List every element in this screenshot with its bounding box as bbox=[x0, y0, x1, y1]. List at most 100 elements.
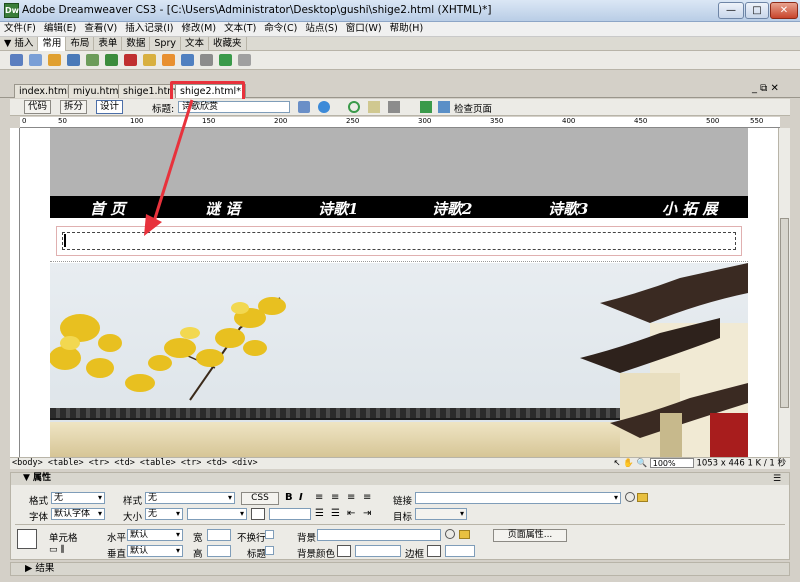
target-select[interactable] bbox=[415, 508, 467, 520]
vertical-scrollbar[interactable] bbox=[778, 128, 790, 457]
minimize-button[interactable]: — bbox=[718, 2, 744, 19]
size-unit-select[interactable] bbox=[187, 508, 247, 520]
insert-tab-forms[interactable]: 表单 bbox=[94, 37, 123, 51]
media-icon[interactable] bbox=[124, 54, 137, 66]
page-properties-button[interactable]: 页面属性... bbox=[493, 529, 567, 542]
nowrap-checkbox[interactable] bbox=[265, 530, 274, 539]
menu-commands[interactable]: 命令(C) bbox=[260, 22, 301, 36]
select-tool-icon[interactable]: ↖ bbox=[613, 459, 620, 469]
unordered-list-icon[interactable]: ☰ bbox=[315, 508, 324, 519]
bg-browse-folder-icon[interactable] bbox=[459, 530, 470, 539]
css-button[interactable]: CSS bbox=[241, 492, 279, 505]
view-options-icon[interactable] bbox=[368, 101, 380, 113]
head-icon[interactable] bbox=[200, 54, 213, 66]
named-anchor-icon[interactable] bbox=[48, 54, 61, 66]
validate-icon[interactable] bbox=[420, 101, 432, 113]
zoom-select[interactable]: 100% bbox=[649, 458, 694, 468]
insert-tab-layout[interactable]: 布局 bbox=[66, 37, 95, 51]
menu-view[interactable]: 查看(V) bbox=[80, 22, 121, 36]
visual-aids-icon[interactable] bbox=[388, 101, 400, 113]
restore-doc-icon[interactable]: _ ⧉ ✕ bbox=[752, 83, 779, 94]
merge-cells-icon[interactable]: ▭ ⫼ bbox=[49, 545, 65, 555]
menu-text[interactable]: 文本(T) bbox=[220, 22, 260, 36]
bgcolor-input[interactable] bbox=[355, 545, 401, 557]
email-link-icon[interactable] bbox=[29, 54, 42, 66]
height-input[interactable] bbox=[207, 545, 231, 557]
nav-item-riddles[interactable]: 谜 语 bbox=[205, 198, 240, 219]
horz-select[interactable]: 默认 bbox=[127, 529, 183, 541]
menu-file[interactable]: 文件(F) bbox=[0, 22, 40, 36]
image-icon[interactable] bbox=[105, 54, 118, 66]
justify-icon[interactable]: ≡ bbox=[363, 492, 371, 503]
insert-tab-text[interactable]: 文本 bbox=[181, 37, 209, 51]
comment-icon[interactable] bbox=[181, 54, 194, 66]
text-color-swatch[interactable] bbox=[251, 508, 265, 520]
nav-item-extension[interactable]: 小 拓 展 bbox=[662, 198, 717, 219]
nav-item-poem1[interactable]: 诗歌1 bbox=[318, 198, 358, 219]
panel-options-icon[interactable]: ☰ bbox=[773, 474, 781, 484]
menu-edit[interactable]: 编辑(E) bbox=[40, 22, 80, 36]
vert-select[interactable]: 默认 bbox=[127, 545, 183, 557]
italic-button[interactable]: I bbox=[299, 492, 303, 503]
refresh-icon[interactable] bbox=[348, 101, 360, 113]
indent-icon[interactable]: ⇥ bbox=[363, 508, 371, 519]
header-checkbox[interactable] bbox=[265, 546, 274, 555]
file-management-icon[interactable] bbox=[298, 101, 310, 113]
size-select[interactable]: 无 bbox=[145, 508, 183, 520]
nav-item-poem2[interactable]: 诗歌2 bbox=[432, 198, 472, 219]
layer-icon[interactable] bbox=[86, 54, 99, 66]
table-icon[interactable] bbox=[67, 54, 80, 66]
templates-icon[interactable] bbox=[238, 54, 251, 66]
window-size[interactable]: 1053 x 446 bbox=[696, 459, 744, 469]
date-icon[interactable] bbox=[143, 54, 156, 66]
nav-item-home[interactable]: 首 页 bbox=[90, 198, 125, 219]
zoom-tool-icon[interactable]: 🔍 bbox=[636, 459, 647, 469]
bold-button[interactable]: B bbox=[285, 492, 293, 503]
insert-tab-data[interactable]: 数据 bbox=[122, 37, 151, 51]
bgcolor-swatch[interactable] bbox=[337, 545, 351, 557]
browse-folder-icon[interactable] bbox=[637, 493, 648, 502]
bg-point-to-file-icon[interactable] bbox=[445, 529, 455, 539]
border-color-input[interactable] bbox=[445, 545, 475, 557]
point-to-file-icon[interactable] bbox=[625, 492, 635, 502]
preview-browser-icon[interactable] bbox=[318, 101, 330, 113]
style-select[interactable]: 无 bbox=[145, 492, 235, 504]
script-icon[interactable] bbox=[219, 54, 232, 66]
check-page-label[interactable]: 检查页面 bbox=[454, 101, 492, 115]
menu-insert[interactable]: 插入记录(I) bbox=[121, 22, 177, 36]
insert-tab-spry[interactable]: Spry bbox=[150, 37, 181, 51]
hyperlink-icon[interactable] bbox=[10, 54, 23, 66]
menu-site[interactable]: 站点(S) bbox=[301, 22, 341, 36]
bg-image-input[interactable] bbox=[317, 529, 441, 541]
check-page-icon[interactable] bbox=[438, 101, 450, 113]
font-select[interactable]: 默认字体 bbox=[51, 508, 105, 520]
nav-item-poem3[interactable]: 诗歌3 bbox=[548, 198, 588, 219]
menu-modify[interactable]: 修改(M) bbox=[177, 22, 220, 36]
width-input[interactable] bbox=[207, 529, 231, 541]
hand-tool-icon[interactable]: ✋ bbox=[623, 459, 634, 469]
ordered-list-icon[interactable]: ☰ bbox=[331, 508, 340, 519]
format-select[interactable]: 无 bbox=[51, 492, 105, 504]
align-left-icon[interactable]: ≡ bbox=[315, 492, 323, 503]
border-color-swatch[interactable] bbox=[427, 545, 441, 557]
link-input[interactable] bbox=[415, 492, 621, 504]
maximize-button[interactable]: □ bbox=[745, 2, 769, 19]
design-canvas[interactable]: 首 页 谜 语 诗歌1 诗歌2 诗歌3 小 拓 展 bbox=[20, 128, 778, 457]
menu-window[interactable]: 窗口(W) bbox=[342, 22, 386, 36]
insert-tab-common[interactable]: 常用 bbox=[38, 37, 67, 51]
split-view-button[interactable]: 拆分 bbox=[60, 100, 88, 114]
text-color-input[interactable] bbox=[269, 508, 311, 520]
tab-index-html[interactable]: index.html bbox=[14, 84, 75, 98]
align-center-icon[interactable]: ≡ bbox=[331, 492, 339, 503]
code-view-button[interactable]: 代码 bbox=[24, 100, 52, 114]
design-view-button[interactable]: 设计 bbox=[96, 100, 124, 114]
menu-help[interactable]: 帮助(H) bbox=[386, 22, 428, 36]
align-right-icon[interactable]: ≡ bbox=[347, 492, 355, 503]
insert-tab-favorites[interactable]: 收藏夹 bbox=[209, 37, 247, 51]
properties-header[interactable]: ▼ 属性 bbox=[11, 473, 789, 485]
scrollbar-thumb[interactable] bbox=[780, 218, 789, 408]
results-panel-header[interactable]: ▶ 结果 bbox=[10, 562, 790, 576]
outdent-icon[interactable]: ⇤ bbox=[347, 508, 355, 519]
insert-tab-insert[interactable]: ▼ 插入 bbox=[0, 37, 39, 51]
close-button[interactable]: ✕ bbox=[770, 2, 798, 19]
